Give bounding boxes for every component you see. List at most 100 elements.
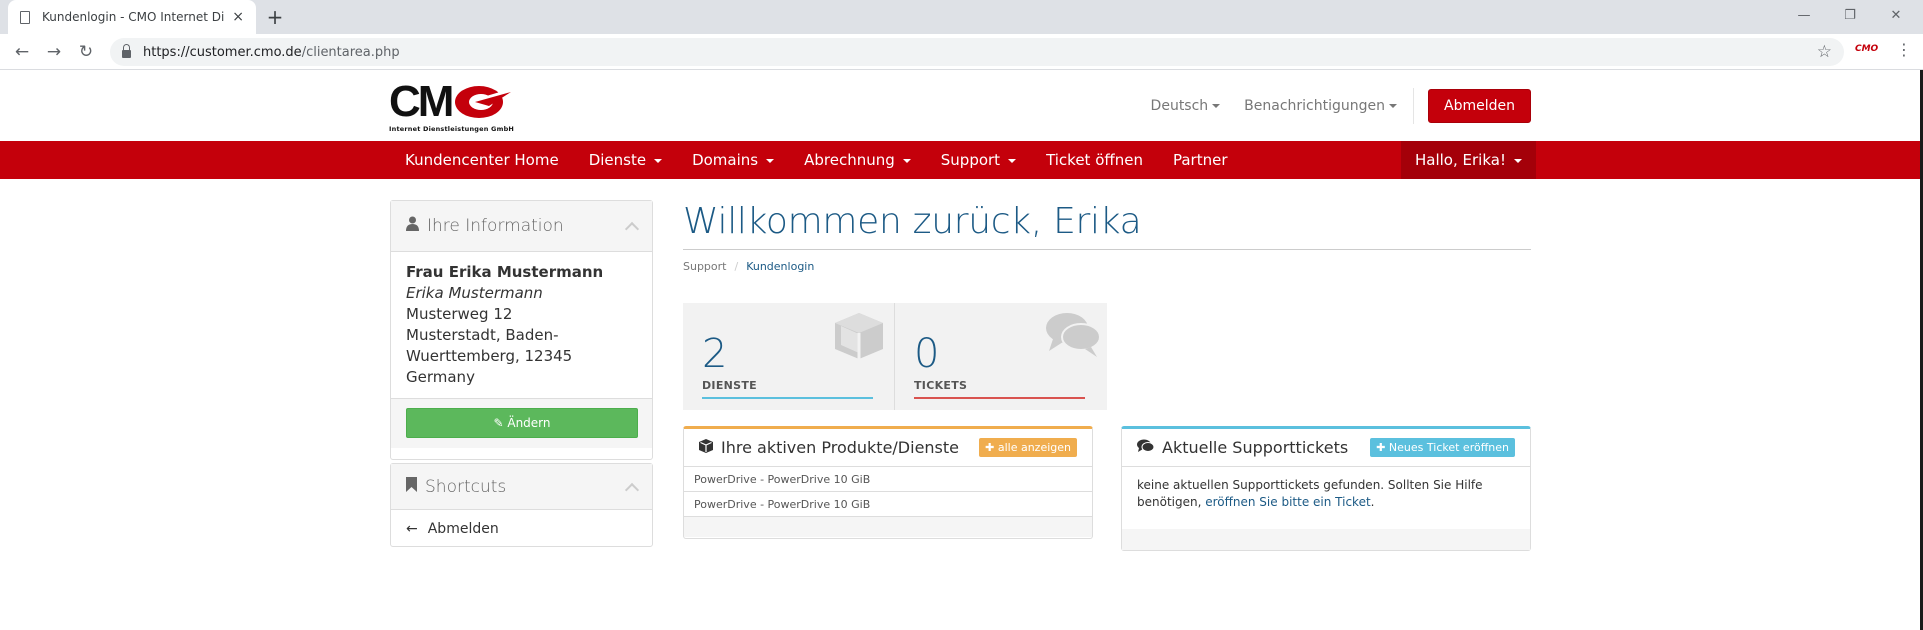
breadcrumb-current[interactable]: Kundenlogin [746,260,814,273]
browser-tab[interactable]: Kundenlogin - CMO Internet Die × [8,0,256,34]
plus-icon: ✚ [1376,441,1389,454]
nav-item-dienste[interactable]: Dienste [574,141,677,179]
caret-down-icon [902,158,911,163]
shortcuts-panel: Shortcuts ← Abmelden [390,463,653,547]
edit-button-label: Ändern [507,416,551,430]
nav-item-abrechnung[interactable]: Abrechnung [789,141,926,179]
comments-icon [1045,311,1101,361]
caret-down-icon [1212,103,1221,108]
nav-item-label: Dienste [588,151,647,169]
tickets-empty-text-end: . [1370,495,1375,509]
tickets-tile[interactable]: 0 TICKETS [895,303,1107,410]
user-icon [406,216,419,236]
contact-country: Germany [406,368,475,386]
caret-down-icon [1008,158,1017,163]
breadcrumb-support[interactable]: Support [683,260,726,273]
chevron-up-icon[interactable] [624,482,640,497]
divider [683,249,1531,250]
nav-item-label: Abrechnung [804,151,895,169]
nav-item-label: Kundencenter Home [405,151,559,169]
new-tab-button[interactable]: + [262,4,288,30]
nav-item-label: Partner [1172,151,1228,169]
tickets-panel-heading: Aktuelle Supporttickets ✚ Neues Ticket e… [1122,429,1530,467]
extension-cmo-icon[interactable]: CMO [1855,44,1878,54]
tickets-label: TICKETS [914,379,968,392]
url-host: https://customer.cmo.de [143,44,302,60]
support-tickets-panel: Aktuelle Supporttickets ✚ Neues Ticket e… [1121,426,1531,551]
new-ticket-button[interactable]: ✚ Neues Ticket eröffnen [1370,438,1515,457]
bookmark-star-icon[interactable]: ☆ [1817,42,1832,62]
language-dropdown[interactable]: Deutsch [1151,98,1221,114]
logo-text: CM [389,77,454,126]
products-panel-title: Ihre aktiven Produkte/Dienste [721,438,959,457]
bookmark-icon [406,476,417,497]
new-ticket-label: Neues Ticket eröffnen [1388,441,1509,454]
active-products-panel: Ihre aktiven Produkte/Dienste ✚ alle anz… [683,426,1093,539]
caret-down-icon [1389,103,1398,108]
shortcut-logout-label: Abmelden [427,520,499,537]
product-row[interactable]: PowerDrive - PowerDrive 10 GiB [684,467,1092,492]
tickets-message: keine aktuellen Supporttickets gefunden.… [1122,467,1530,529]
nav-item-label: Ticket öffnen [1046,151,1143,169]
divider [1413,87,1415,124]
nav-item-domains[interactable]: Domains [677,141,789,179]
open-ticket-link[interactable]: eröffnen Sie bitte ein Ticket [1205,495,1370,509]
panel-footer [684,517,1092,537]
contact-company: Erika Mustermann [406,284,543,302]
browser-menu-icon[interactable]: ⋮ [1896,40,1912,59]
user-menu-label: Hallo, Erika! [1415,151,1506,169]
notifications-dropdown[interactable]: Benachrichtigungen [1244,97,1398,114]
main-navbar: Kundencenter Home Dienste Domains Abrechnun… [0,141,1923,179]
info-panel: Ihre Information Frau Erika Mustermann E… [390,200,653,460]
edit-details-button[interactable]: ✎ Ändern [406,408,638,438]
cmo-logo[interactable]: CM Internet Dienstleistungen GmbH [389,77,519,134]
contact-city-line1: Musterstadt, Baden- [406,326,559,344]
nav-item-ticket-öffnen[interactable]: Ticket öffnen [1031,141,1158,179]
chevron-up-icon[interactable] [624,221,640,237]
pencil-icon: ✎ [493,416,504,430]
shortcuts-panel-heading[interactable]: Shortcuts [391,464,652,510]
cube-icon [833,311,885,361]
logout-button[interactable]: Abmelden [1428,88,1531,123]
caret-down-icon [654,158,663,163]
caret-down-icon [1513,158,1522,163]
address-bar[interactable]: https://customer.cmo.de/clientarea.php ☆ [110,38,1844,66]
back-icon[interactable]: ← [6,38,38,66]
services-tile[interactable]: 2 DIENSTE [683,303,895,410]
minimize-button[interactable]: — [1781,0,1827,30]
logo-subtitle: Internet Dienstleistungen GmbH [389,125,515,133]
contact-details: Frau Erika Mustermann Erika Mustermann M… [391,252,652,399]
tab-close-icon[interactable]: × [232,9,244,25]
plus-icon: ✚ [985,441,998,454]
nav-item-label: Domains [692,151,759,169]
comments-icon [1137,438,1155,457]
tab-title: Kundenlogin - CMO Internet Die [42,10,225,24]
caret-down-icon [766,158,775,163]
close-window-button[interactable]: ✕ [1873,0,1919,30]
info-panel-heading[interactable]: Ihre Information [391,201,652,252]
restore-button[interactable]: ❐ [1827,0,1873,30]
services-underline [702,397,873,399]
breadcrumb-separator: / [734,260,739,273]
language-label: Deutsch [1150,97,1209,114]
forward-icon[interactable]: → [38,38,70,66]
nav-item-partner[interactable]: Partner [1158,141,1243,179]
nav-item-support[interactable]: Support [926,141,1031,179]
reload-icon[interactable]: ↻ [70,38,102,66]
url-path: /clientarea.php [301,44,400,60]
products-panel-heading: Ihre aktiven Produkte/Dienste ✚ alle anz… [684,429,1092,467]
site-header: CM Internet Dienstleistungen GmbH Deutsc… [0,70,1923,141]
browser-toolbar: ← → ↻ https://customer.cmo.de/clientarea… [0,34,1923,70]
nav-item-kundencenter-home[interactable]: Kundencenter Home [390,141,574,179]
arrow-left-icon: ← [406,520,418,537]
contact-city-line2: Wuerttemberg, 12345 [406,347,573,365]
user-menu[interactable]: Hallo, Erika! [1401,141,1536,179]
tickets-panel-title: Aktuelle Supporttickets [1162,438,1349,457]
main-content: Ihre Information Frau Erika Mustermann E… [0,179,1923,630]
product-row[interactable]: PowerDrive - PowerDrive 10 GiB [684,492,1092,517]
view-all-products-button[interactable]: ✚ alle anzeigen [979,438,1077,457]
notifications-label: Benachrichtigungen [1244,97,1386,114]
browser-tabstrip: Kundenlogin - CMO Internet Die × + — ❐ ✕ [0,0,1923,34]
services-count: 2 [702,331,728,377]
shortcut-logout[interactable]: ← Abmelden [391,510,652,547]
